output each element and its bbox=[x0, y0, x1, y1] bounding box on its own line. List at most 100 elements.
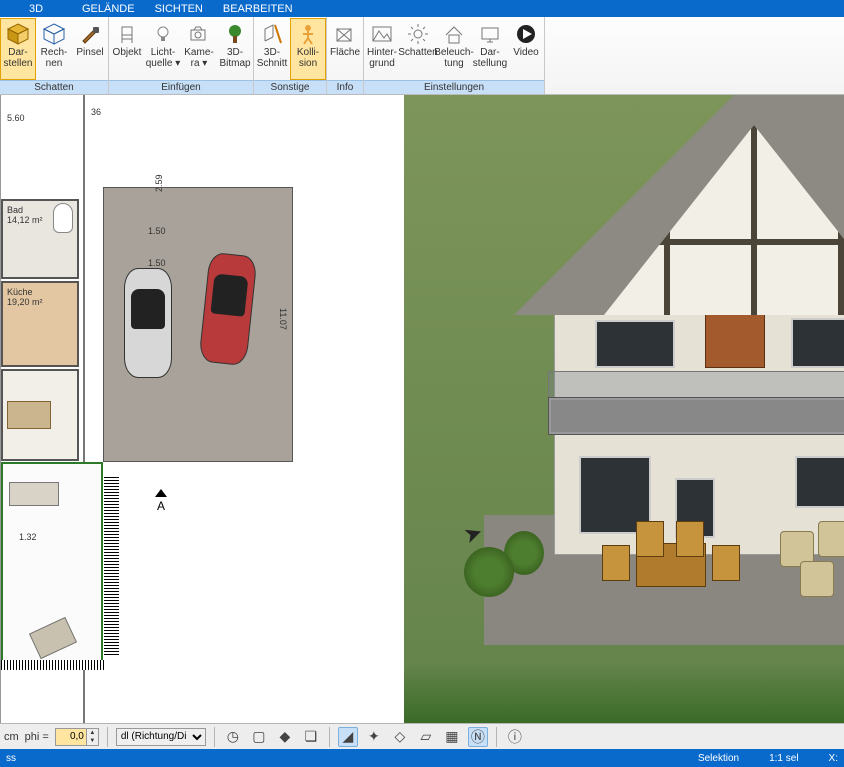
camera-icon bbox=[185, 21, 213, 47]
pk-dim-3: 1.50 bbox=[148, 258, 166, 268]
monitor-icon bbox=[476, 21, 504, 47]
video-button[interactable]: Video bbox=[508, 18, 544, 80]
3dbitmap-button[interactable]: 3D- Bitmap bbox=[217, 18, 253, 80]
grid-icon[interactable]: ▦ bbox=[442, 727, 462, 747]
rechnen-button[interactable]: Rech- nen bbox=[36, 18, 72, 80]
lichtquelle-label: Licht- quelle ▾ bbox=[146, 47, 181, 69]
lower-dim: 1.32 bbox=[19, 532, 37, 542]
menu-strip: 3D GELÄNDE SICHTEN BEARBEITEN bbox=[0, 0, 844, 17]
angle-snap-icon[interactable]: ◢ bbox=[338, 727, 358, 747]
balcony-railing bbox=[548, 371, 844, 399]
plan-view[interactable]: 5.60 36 Bad 14,12 m² Küche 19,20 m² 2.59… bbox=[0, 95, 404, 723]
menu-tab-3d[interactable]: 3D bbox=[0, 0, 72, 17]
rechnen-label: Rech- nen bbox=[41, 47, 68, 69]
car-red bbox=[198, 252, 257, 366]
3dbitmap-label: 3D- Bitmap bbox=[219, 47, 250, 69]
beleuchtung-button[interactable]: Beleuch- tung bbox=[436, 18, 472, 80]
menu-tab-sichten[interactable]: SICHTEN bbox=[145, 0, 213, 17]
ribbon-group-sonstige: 3D- Schnitt Kolli- sion Sonstige bbox=[254, 17, 327, 94]
cube-wire-icon bbox=[40, 21, 68, 47]
phi-spinner[interactable]: ▲▼ bbox=[55, 728, 99, 746]
group-title-sonstige: Sonstige bbox=[254, 80, 326, 94]
surface-icon[interactable]: ▱ bbox=[416, 727, 436, 747]
dim-top-r: 36 bbox=[91, 107, 101, 117]
plane-icon[interactable]: ◇ bbox=[390, 727, 410, 747]
3dschnitt-button[interactable]: 3D- Schnitt bbox=[254, 18, 290, 80]
schatten2-button[interactable]: Schatten bbox=[400, 18, 436, 80]
kamera-button[interactable]: Kame- ra ▾ bbox=[181, 18, 217, 80]
phi-down[interactable]: ▼ bbox=[87, 737, 98, 745]
phi-input[interactable] bbox=[56, 729, 86, 745]
kollision-label: Kolli- sion bbox=[297, 47, 319, 69]
3d-view[interactable]: ➤ bbox=[404, 95, 844, 723]
beleuchtung-label: Beleuch- tung bbox=[434, 47, 473, 69]
person-icon bbox=[294, 21, 322, 47]
ribbon-group-schatten: Dar- stellen Rech- nen Pinsel Schatten bbox=[0, 17, 109, 94]
garden-chair-2 bbox=[712, 545, 740, 581]
screen-icon[interactable]: ▢ bbox=[249, 727, 269, 747]
node-icon[interactable]: Ⓝ bbox=[468, 727, 488, 747]
lichtquelle-button[interactable]: Licht- quelle ▾ bbox=[145, 18, 181, 80]
car-gray bbox=[124, 268, 172, 378]
hintergrund-label: Hinter- grund bbox=[367, 47, 397, 69]
flaeche-button[interactable]: Fläche bbox=[327, 18, 363, 80]
midpoint-icon[interactable]: ✦ bbox=[364, 727, 384, 747]
phi-label: phi = bbox=[25, 731, 49, 743]
video-label: Video bbox=[513, 47, 538, 58]
clock-icon[interactable]: ◷ bbox=[223, 727, 243, 747]
status-bar: ss Selektion 1:1 sel X: bbox=[0, 749, 844, 767]
objekt-button[interactable]: Objekt bbox=[109, 18, 145, 80]
section-marker-a: A bbox=[151, 489, 171, 513]
status-left-text: ss bbox=[6, 753, 16, 764]
garden-chair-4 bbox=[676, 521, 704, 557]
sofa-icon bbox=[9, 482, 59, 506]
garden-chair-1 bbox=[602, 545, 630, 581]
group-title-einstellungen: Einstellungen bbox=[364, 80, 544, 94]
wicker-chair-2 bbox=[818, 521, 844, 557]
ribbon-group-einfuegen: Objekt Licht- quelle ▾ Kame- ra ▾ 3D- Bi… bbox=[109, 17, 254, 94]
brush-icon bbox=[76, 21, 104, 47]
room-kueche-area: 19,20 m² bbox=[7, 297, 43, 307]
room-bad: Bad 14,12 m² bbox=[1, 199, 79, 279]
ribbon-group-info: Fläche Info bbox=[327, 17, 364, 94]
garden-chair-3 bbox=[636, 521, 664, 557]
lower-room: 1.32 bbox=[1, 462, 103, 662]
bulb-icon bbox=[149, 21, 177, 47]
room-kueche-name: Küche bbox=[7, 287, 33, 297]
cube-solid-icon bbox=[4, 21, 32, 47]
kollision-button[interactable]: Kolli- sion bbox=[290, 18, 326, 80]
status-selection: Selektion bbox=[698, 753, 739, 764]
pk-dim-1: 2.59 bbox=[154, 174, 164, 192]
bottom-toolbar: cm phi = ▲▼ dl (Richtung/Di ◷ ▢ ◆ ❏ ◢ ✦ … bbox=[0, 723, 844, 749]
room-bad-name: Bad bbox=[7, 205, 23, 215]
houselight-icon bbox=[440, 21, 468, 47]
menu-tab-gelaende[interactable]: GELÄNDE bbox=[72, 0, 145, 17]
darstellung-button[interactable]: Dar- stellung bbox=[472, 18, 508, 80]
menu-tab-bearbeiten[interactable]: BEARBEITEN bbox=[213, 0, 303, 17]
layer-icon[interactable]: ❏ bbox=[301, 727, 321, 747]
hedge-horz bbox=[1, 660, 106, 670]
hedge-vert bbox=[104, 475, 119, 655]
mountain-icon bbox=[368, 21, 396, 47]
info-icon[interactable]: ⓘ bbox=[505, 727, 525, 747]
snap-icon[interactable]: ◆ bbox=[275, 727, 295, 747]
hintergrund-button[interactable]: Hinter- grund bbox=[364, 18, 400, 80]
room-dining bbox=[1, 369, 79, 461]
dining-table-icon bbox=[7, 401, 51, 429]
area-icon bbox=[331, 21, 359, 47]
play-icon bbox=[512, 21, 540, 47]
ribbon: Dar- stellen Rech- nen Pinsel Schatten bbox=[0, 17, 844, 95]
wicker-chair-3 bbox=[800, 561, 834, 597]
sun-icon bbox=[404, 21, 432, 47]
tree-icon bbox=[221, 21, 249, 47]
pinsel-button[interactable]: Pinsel bbox=[72, 18, 108, 80]
darstellen-button[interactable]: Dar- stellen bbox=[0, 18, 36, 80]
phi-up[interactable]: ▲ bbox=[87, 729, 98, 737]
darstellung-label: Dar- stellung bbox=[473, 47, 507, 69]
balcony-door bbox=[705, 312, 765, 368]
workspace: 5.60 36 Bad 14,12 m² Küche 19,20 m² 2.59… bbox=[0, 95, 844, 723]
dl-select[interactable]: dl (Richtung/Di bbox=[116, 728, 206, 746]
objekt-label: Objekt bbox=[113, 47, 142, 58]
balcony-slab bbox=[548, 397, 844, 435]
darstellen-label: Dar- stellen bbox=[4, 47, 33, 69]
